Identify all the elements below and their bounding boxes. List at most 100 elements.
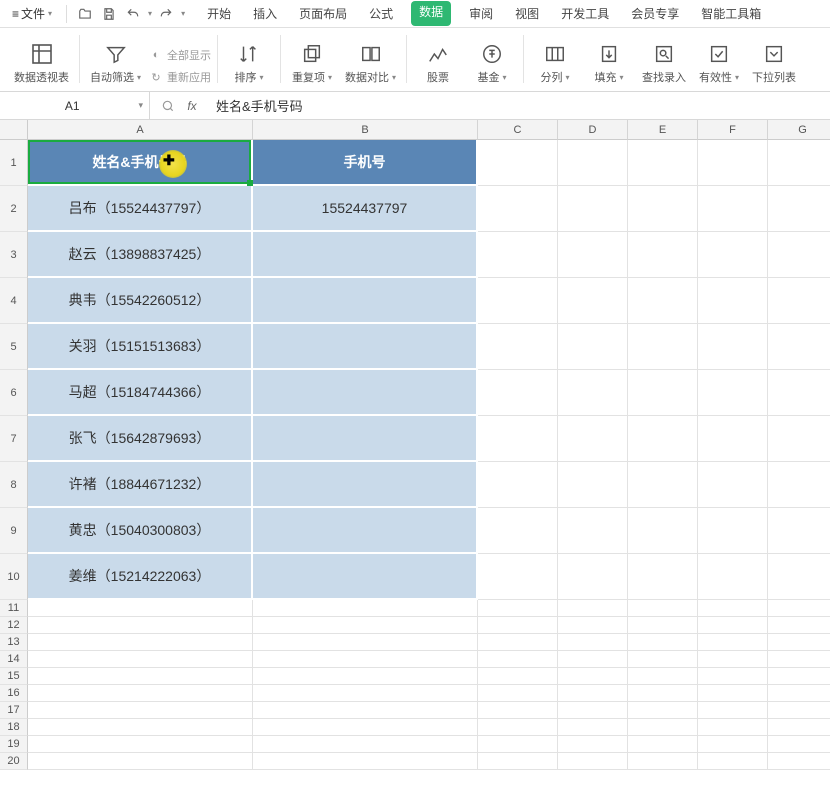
- cell[interactable]: [768, 600, 830, 617]
- split-button[interactable]: 分列▾: [530, 41, 580, 85]
- cell[interactable]: [558, 651, 628, 668]
- cell[interactable]: 马超（15184744366）: [28, 370, 253, 416]
- cell[interactable]: [558, 702, 628, 719]
- cell[interactable]: [478, 702, 558, 719]
- cell[interactable]: [768, 702, 830, 719]
- tab-smarttools[interactable]: 智能工具箱: [697, 1, 765, 26]
- cell[interactable]: [768, 140, 830, 186]
- cell[interactable]: [698, 508, 768, 554]
- cell[interactable]: [628, 685, 698, 702]
- tab-formula[interactable]: 公式: [365, 1, 397, 26]
- cell[interactable]: 姓名&手机号码: [28, 140, 253, 186]
- tab-data[interactable]: 数据: [411, 1, 451, 26]
- redo-icon[interactable]: [156, 4, 176, 24]
- cell[interactable]: [478, 232, 558, 278]
- open-icon[interactable]: [75, 4, 95, 24]
- row-header[interactable]: 14: [0, 651, 28, 668]
- cell[interactable]: [768, 462, 830, 508]
- row-header[interactable]: 4: [0, 278, 28, 324]
- cell[interactable]: [698, 278, 768, 324]
- cell[interactable]: [698, 324, 768, 370]
- cell[interactable]: 吕布（15524437797）: [28, 186, 253, 232]
- cell[interactable]: 关羽（15151513683）: [28, 324, 253, 370]
- cell[interactable]: [628, 462, 698, 508]
- cell[interactable]: [478, 370, 558, 416]
- cell[interactable]: [478, 753, 558, 770]
- cell[interactable]: [253, 685, 478, 702]
- cell[interactable]: [768, 668, 830, 685]
- column-header[interactable]: B: [253, 120, 478, 140]
- cell[interactable]: [628, 702, 698, 719]
- cell[interactable]: [628, 736, 698, 753]
- row-header[interactable]: 9: [0, 508, 28, 554]
- cell[interactable]: [768, 753, 830, 770]
- stock-button[interactable]: 股票: [413, 41, 463, 85]
- cell[interactable]: [478, 140, 558, 186]
- row-header[interactable]: 19: [0, 736, 28, 753]
- cell[interactable]: [478, 634, 558, 651]
- select-all-corner[interactable]: [0, 120, 28, 140]
- cell[interactable]: [768, 685, 830, 702]
- cell[interactable]: [698, 140, 768, 186]
- tab-insert[interactable]: 插入: [249, 1, 281, 26]
- tab-vip[interactable]: 会员专享: [627, 1, 683, 26]
- row-header[interactable]: 10: [0, 554, 28, 600]
- row-header[interactable]: 6: [0, 370, 28, 416]
- cell[interactable]: [698, 685, 768, 702]
- cell[interactable]: [253, 702, 478, 719]
- cell[interactable]: [768, 617, 830, 634]
- cell[interactable]: [478, 685, 558, 702]
- cell[interactable]: [253, 462, 478, 508]
- cell[interactable]: [628, 668, 698, 685]
- tab-devtools[interactable]: 开发工具: [557, 1, 613, 26]
- fund-button[interactable]: 基金▾: [467, 41, 517, 85]
- cell[interactable]: [768, 508, 830, 554]
- cell[interactable]: [698, 416, 768, 462]
- cell[interactable]: [768, 278, 830, 324]
- cell[interactable]: [698, 617, 768, 634]
- column-header[interactable]: D: [558, 120, 628, 140]
- cell[interactable]: [28, 617, 253, 634]
- sort-button[interactable]: 排序▾: [224, 41, 274, 85]
- cell[interactable]: [558, 554, 628, 600]
- cell[interactable]: 典韦（15542260512）: [28, 278, 253, 324]
- cell[interactable]: [28, 651, 253, 668]
- cell[interactable]: [478, 617, 558, 634]
- cell[interactable]: [253, 719, 478, 736]
- validity-button[interactable]: 有效性▾: [694, 41, 744, 85]
- cell[interactable]: [28, 600, 253, 617]
- column-header[interactable]: A: [28, 120, 253, 140]
- cell[interactable]: [478, 324, 558, 370]
- file-menu[interactable]: ≡ 文件 ▾: [6, 3, 58, 24]
- cell[interactable]: [558, 416, 628, 462]
- cell[interactable]: [628, 753, 698, 770]
- cell[interactable]: [28, 634, 253, 651]
- cell[interactable]: [698, 719, 768, 736]
- pivot-table-button[interactable]: 数据透视表: [10, 41, 73, 85]
- cell[interactable]: [558, 685, 628, 702]
- cell[interactable]: [628, 554, 698, 600]
- row-header[interactable]: 18: [0, 719, 28, 736]
- row-header[interactable]: 17: [0, 702, 28, 719]
- cell[interactable]: 15524437797: [253, 186, 478, 232]
- column-header[interactable]: E: [628, 120, 698, 140]
- cell[interactable]: [768, 651, 830, 668]
- autofilter-button[interactable]: 自动筛选▾: [86, 41, 145, 85]
- cell[interactable]: [253, 668, 478, 685]
- row-header[interactable]: 20: [0, 753, 28, 770]
- cell[interactable]: [558, 753, 628, 770]
- row-header[interactable]: 5: [0, 324, 28, 370]
- cell[interactable]: [558, 186, 628, 232]
- cell[interactable]: [768, 719, 830, 736]
- cell[interactable]: [253, 370, 478, 416]
- fx-icon[interactable]: fx: [184, 98, 200, 114]
- cell[interactable]: [478, 719, 558, 736]
- cell[interactable]: [558, 600, 628, 617]
- cell[interactable]: [768, 416, 830, 462]
- tab-review[interactable]: 审阅: [465, 1, 497, 26]
- cell[interactable]: [253, 232, 478, 278]
- cell[interactable]: [558, 324, 628, 370]
- row-header[interactable]: 13: [0, 634, 28, 651]
- save-icon[interactable]: [99, 4, 119, 24]
- cell[interactable]: [478, 668, 558, 685]
